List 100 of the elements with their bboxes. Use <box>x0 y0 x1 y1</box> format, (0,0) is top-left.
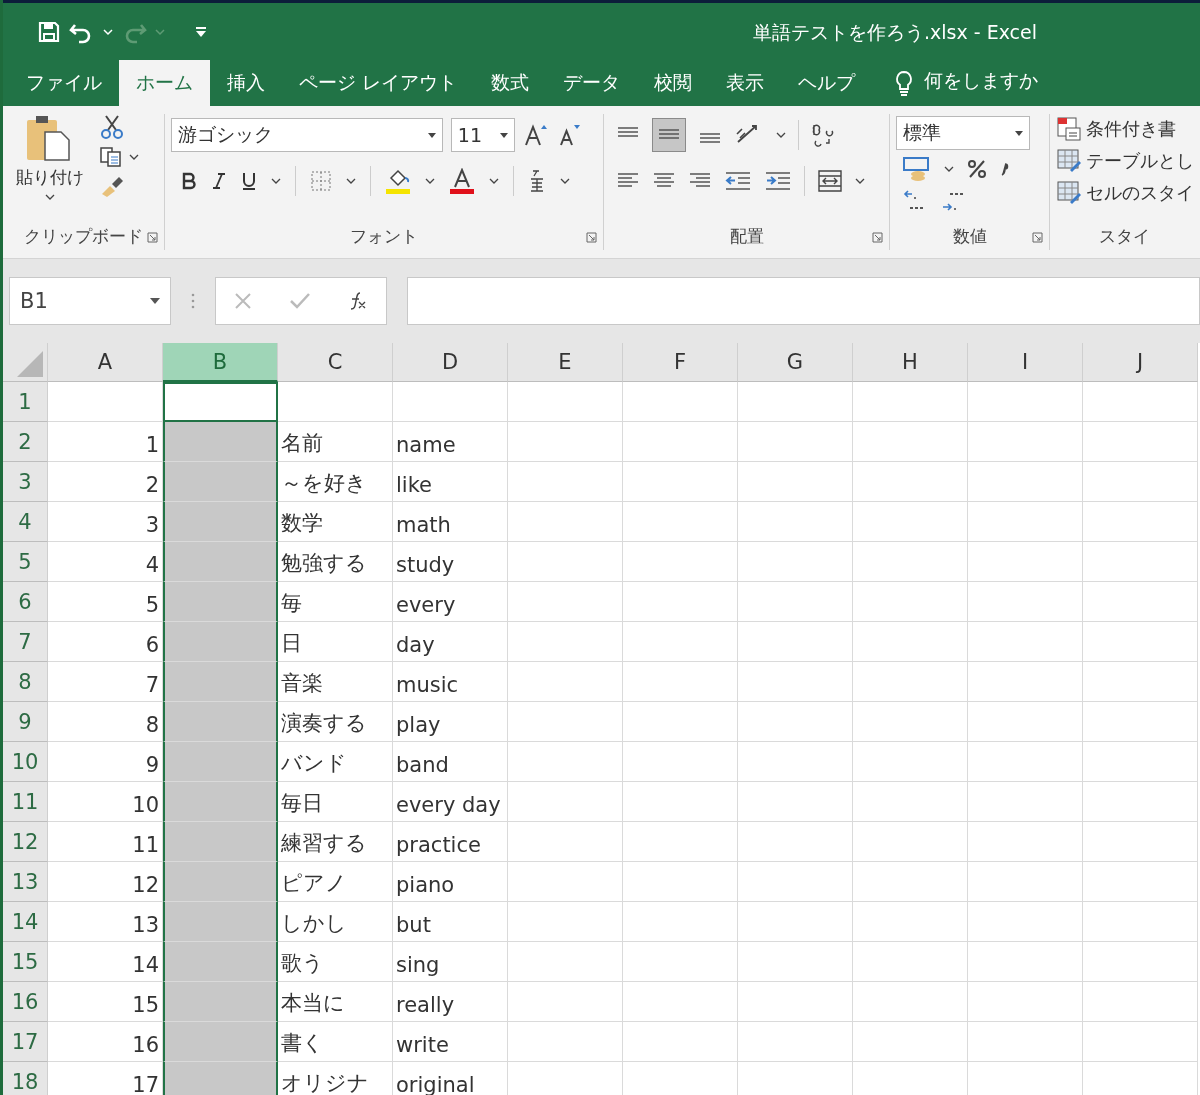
caret-icon[interactable] <box>45 193 55 201</box>
styles-command[interactable]: テーブルとし <box>1086 149 1194 173</box>
ribbon-tab[interactable]: ホーム <box>119 60 210 106</box>
row-header[interactable]: 8 <box>3 662 48 702</box>
name-box[interactable]: B1 <box>9 277 171 325</box>
ribbon-tab[interactable]: 挿入 <box>210 60 282 106</box>
check-icon[interactable] <box>289 292 311 310</box>
paste-button[interactable]: 貼り付け <box>16 166 84 189</box>
column-header[interactable]: G <box>738 343 853 382</box>
caret-icon[interactable] <box>345 177 356 185</box>
caret-icon[interactable] <box>776 131 787 139</box>
table-cell[interactable] <box>163 502 278 542</box>
column-header[interactable]: J <box>1083 343 1198 382</box>
dialog-launcher-icon[interactable] <box>872 232 884 243</box>
table-cell[interactable] <box>163 422 278 462</box>
row-header[interactable]: 7 <box>3 622 48 662</box>
row-header[interactable]: 4 <box>3 502 48 542</box>
table-cell[interactable] <box>163 542 278 582</box>
caret-icon[interactable] <box>488 177 499 185</box>
table-cell[interactable] <box>163 822 278 862</box>
row-header[interactable]: 9 <box>3 702 48 742</box>
column-header[interactable]: E <box>508 343 623 382</box>
underline-icon[interactable] <box>240 171 257 191</box>
row-header[interactable]: 10 <box>3 742 48 782</box>
increase-font-icon[interactable] <box>522 123 549 147</box>
ribbon-tab[interactable]: ヘルプ <box>781 60 873 106</box>
number-format-dropdown[interactable]: 標準 <box>896 116 1031 150</box>
column-header[interactable]: H <box>853 343 968 382</box>
percent-icon[interactable] <box>966 158 989 180</box>
dropdown-arrow-icon[interactable] <box>427 132 436 138</box>
row-header[interactable]: 12 <box>3 822 48 862</box>
table-style-icon[interactable] <box>1056 180 1082 206</box>
conditional-format-icon[interactable] <box>1056 116 1082 142</box>
drag-handle-icon[interactable] <box>191 293 195 309</box>
formula-input-field[interactable] <box>407 277 1200 325</box>
row-header[interactable]: 16 <box>3 982 48 1022</box>
dropdown-arrow-icon[interactable] <box>1015 130 1024 136</box>
font-size-dropdown[interactable]: 11 <box>450 118 515 152</box>
table-cell[interactable] <box>163 782 278 822</box>
increase-indent-icon[interactable] <box>764 171 793 191</box>
styles-command[interactable]: セルのスタイ <box>1086 181 1194 205</box>
dialog-launcher-icon[interactable] <box>1032 232 1043 243</box>
row-header[interactable]: 18 <box>3 1062 48 1095</box>
row-header[interactable]: 11 <box>3 782 48 822</box>
decrease-indent-icon[interactable] <box>724 171 753 191</box>
fill-color-icon[interactable] <box>384 168 411 194</box>
column-header[interactable]: C <box>278 343 393 382</box>
ribbon-tab[interactable]: 数式 <box>474 60 547 106</box>
row-header[interactable]: 17 <box>3 1022 48 1062</box>
table-cell[interactable] <box>163 462 278 502</box>
table-style-icon[interactable] <box>1056 148 1082 174</box>
row-header[interactable]: 5 <box>3 542 48 582</box>
caret-icon[interactable] <box>270 177 281 185</box>
column-header[interactable]: D <box>393 343 508 382</box>
dropdown-arrow-icon[interactable] <box>499 132 508 138</box>
column-header[interactable]: B <box>163 343 278 382</box>
italic-icon[interactable] <box>210 172 227 190</box>
customize-icon[interactable] <box>195 25 207 38</box>
table-cell[interactable] <box>163 1062 278 1095</box>
bold-icon[interactable] <box>180 172 197 190</box>
lightbulb-icon[interactable] <box>894 70 915 96</box>
column-header[interactable]: I <box>968 343 1083 382</box>
merge-cells-icon[interactable] <box>817 169 844 193</box>
styles-command[interactable]: 条件付き書 <box>1086 117 1176 141</box>
ribbon-tab[interactable]: ページ レイアウト <box>282 60 475 106</box>
table-cell[interactable] <box>163 1022 278 1062</box>
table-cell[interactable] <box>163 702 278 742</box>
scissors-icon[interactable] <box>99 114 125 140</box>
ribbon-tab[interactable]: ファイル <box>9 60 119 106</box>
caret-icon[interactable] <box>424 177 435 185</box>
table-cell[interactable] <box>163 622 278 662</box>
table-cell[interactable] <box>163 982 278 1022</box>
table-cell[interactable] <box>163 742 278 782</box>
ribbon-tab[interactable]: 校閲 <box>637 60 710 106</box>
caret-icon[interactable] <box>944 165 955 173</box>
dialog-launcher-icon[interactable] <box>586 232 598 243</box>
row-header[interactable]: 15 <box>3 942 48 982</box>
row-header[interactable]: 3 <box>3 462 48 502</box>
row-header[interactable]: 2 <box>3 422 48 462</box>
caret-icon[interactable] <box>855 177 866 185</box>
table-cell[interactable] <box>163 662 278 702</box>
font-color-icon[interactable] <box>448 168 475 194</box>
column-header[interactable]: F <box>623 343 738 382</box>
tell-me-field[interactable]: 何をしますか <box>924 68 1039 106</box>
dropdown-arrow-icon[interactable] <box>150 298 160 304</box>
comma-icon[interactable] <box>1000 161 1011 177</box>
font-name-dropdown[interactable]: 游ゴシック <box>170 118 443 152</box>
align-middle-icon[interactable] <box>652 118 687 152</box>
save-icon[interactable] <box>37 19 61 44</box>
column-header[interactable]: A <box>48 343 163 382</box>
copy-icon[interactable] <box>99 146 123 168</box>
row-header[interactable]: 13 <box>3 862 48 902</box>
table-cell[interactable] <box>163 902 278 942</box>
table-cell[interactable] <box>163 862 278 902</box>
table-cell[interactable] <box>163 942 278 982</box>
dialog-launcher-icon[interactable] <box>146 232 158 243</box>
row-header[interactable]: 14 <box>3 902 48 942</box>
table-cell[interactable] <box>163 382 278 422</box>
ribbon-tab[interactable]: 表示 <box>709 60 782 106</box>
caret-icon[interactable] <box>559 177 570 185</box>
